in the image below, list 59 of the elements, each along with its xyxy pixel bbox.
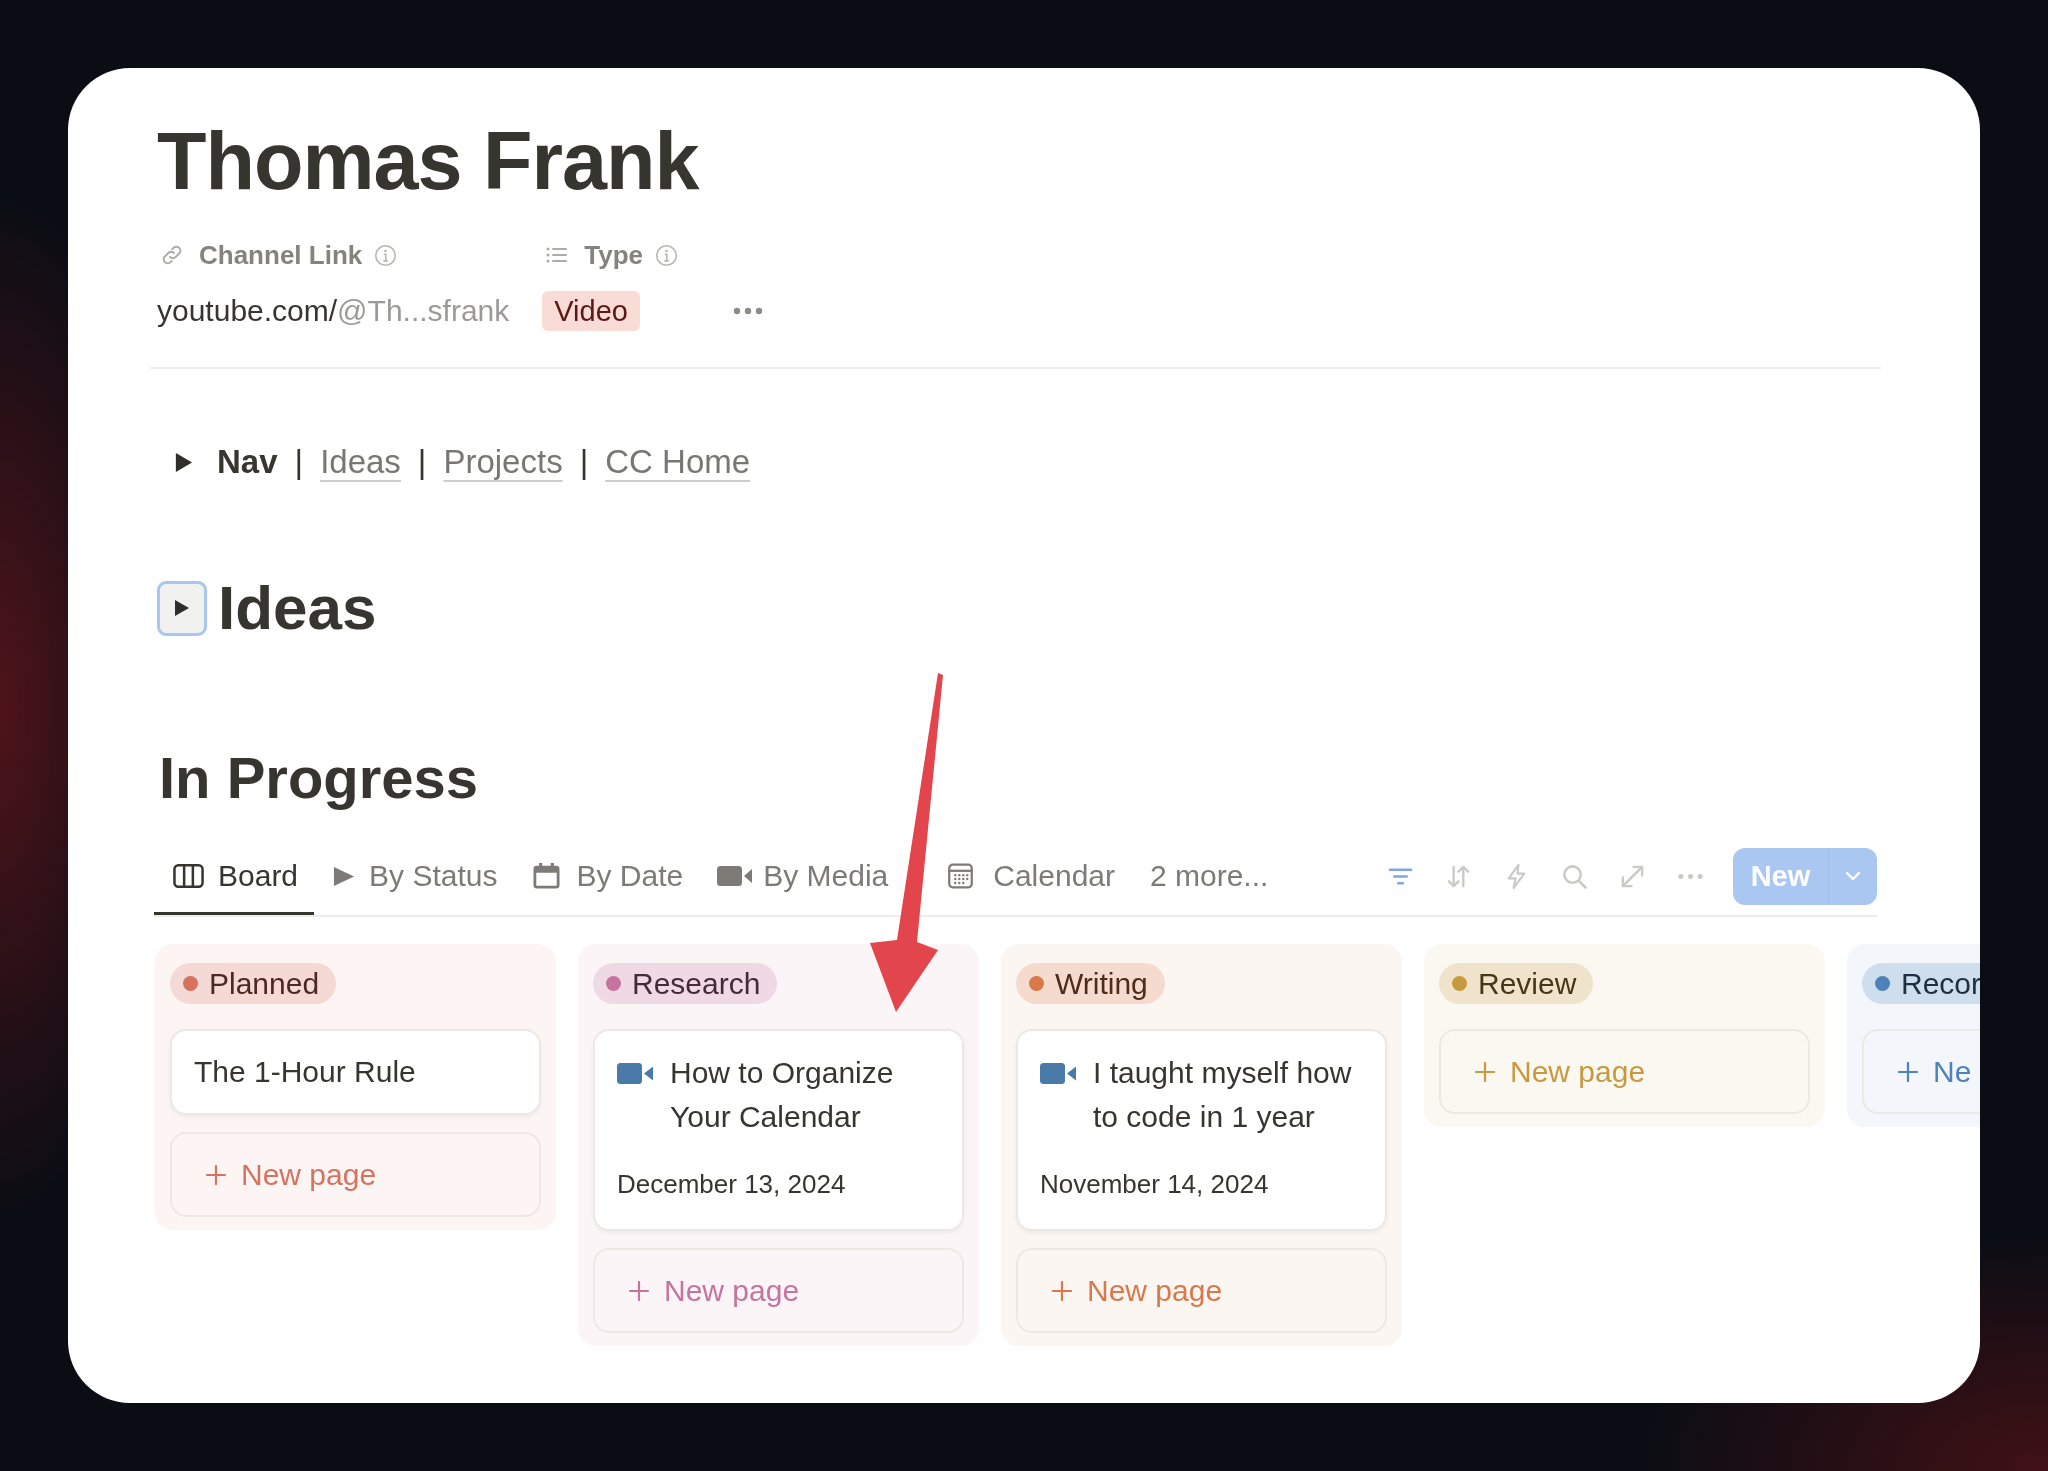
url-link[interactable]: youtube.com/@Th...sfrank bbox=[157, 294, 510, 328]
nav-link[interactable]: Ideas bbox=[320, 443, 401, 481]
view-tab[interactable]: Board bbox=[154, 837, 315, 915]
pipe-separator: | bbox=[417, 443, 427, 481]
board-card[interactable]: How to Organize Your Calendar December 13, 2024 bbox=[593, 1029, 964, 1231]
new-page-button[interactable]: Ne bbox=[1862, 1029, 1980, 1114]
card-date: December 13, 2024 bbox=[617, 1168, 847, 1201]
nav-label: Nav bbox=[217, 443, 278, 481]
nav-link[interactable]: Projects bbox=[443, 443, 563, 481]
board-card[interactable]: I taught myself how to code in 1 year November 14, 2024 bbox=[1016, 1029, 1387, 1231]
group-name: Writing bbox=[1055, 966, 1148, 1001]
new-page-button[interactable]: New page bbox=[1439, 1029, 1810, 1114]
group-name: Review bbox=[1478, 966, 1577, 1001]
property-name: Channel Link bbox=[199, 239, 363, 271]
view-tab[interactable]: By Status bbox=[332, 837, 498, 915]
toggle-heading: Ideas bbox=[218, 573, 377, 643]
card-title: How to Organize Your Calendar bbox=[670, 1055, 895, 1135]
info-icon[interactable] bbox=[655, 243, 679, 267]
new-page-button[interactable]: New page bbox=[1016, 1248, 1387, 1333]
nav-link[interactable]: CC Home bbox=[605, 443, 751, 481]
database-title: In Progress bbox=[159, 744, 479, 812]
group-name: Research bbox=[632, 966, 761, 1001]
plus-icon bbox=[1898, 1061, 1918, 1082]
view-tab[interactable]: Calendar bbox=[945, 837, 1115, 915]
board-card[interactable]: The 1-Hour Rule bbox=[170, 1029, 541, 1115]
view-tab[interactable]: By Media bbox=[717, 837, 889, 915]
pipe-separator: | bbox=[294, 443, 304, 481]
group-name: Planned bbox=[209, 966, 320, 1001]
board-icon bbox=[173, 863, 204, 889]
toggle-button[interactable] bbox=[157, 580, 207, 636]
plus-icon bbox=[206, 1164, 226, 1185]
card-date: November 14, 2024 bbox=[1040, 1168, 1270, 1201]
chevron-down-icon bbox=[1845, 871, 1861, 881]
video-camera-icon bbox=[1040, 1063, 1077, 1084]
triangle-icon bbox=[174, 599, 190, 617]
property-name: Type bbox=[584, 239, 644, 271]
video-camera-icon bbox=[617, 1063, 654, 1084]
dropdown-button[interactable] bbox=[1828, 847, 1877, 905]
play-icon bbox=[332, 864, 356, 888]
info-icon[interactable] bbox=[374, 243, 398, 267]
calendar-icon bbox=[531, 863, 563, 889]
link-icon bbox=[160, 243, 184, 267]
view-tab[interactable]: By Date bbox=[531, 837, 684, 915]
more-icon[interactable] bbox=[733, 307, 764, 315]
page-title: Thomas Frank bbox=[157, 115, 699, 208]
card-title: The 1-Hour Rule bbox=[194, 1054, 416, 1090]
plus-icon bbox=[1052, 1280, 1072, 1301]
new-page-button[interactable]: New page bbox=[593, 1248, 964, 1333]
plus-icon bbox=[629, 1280, 649, 1301]
select-tag: Video bbox=[542, 291, 640, 331]
new-page-button[interactable]: New page bbox=[170, 1132, 541, 1217]
plus-icon bbox=[1475, 1061, 1495, 1082]
video-camera-icon bbox=[717, 865, 754, 887]
card-title: I taught myself how to code in 1 year bbox=[1093, 1055, 1353, 1135]
group-name: Recor bbox=[1901, 966, 1980, 1001]
search-icon[interactable] bbox=[1561, 862, 1588, 890]
pipe-separator: | bbox=[579, 443, 589, 481]
more-views-button[interactable]: 2 more... bbox=[1150, 837, 1269, 915]
toggle-arrow-icon[interactable] bbox=[174, 451, 193, 473]
